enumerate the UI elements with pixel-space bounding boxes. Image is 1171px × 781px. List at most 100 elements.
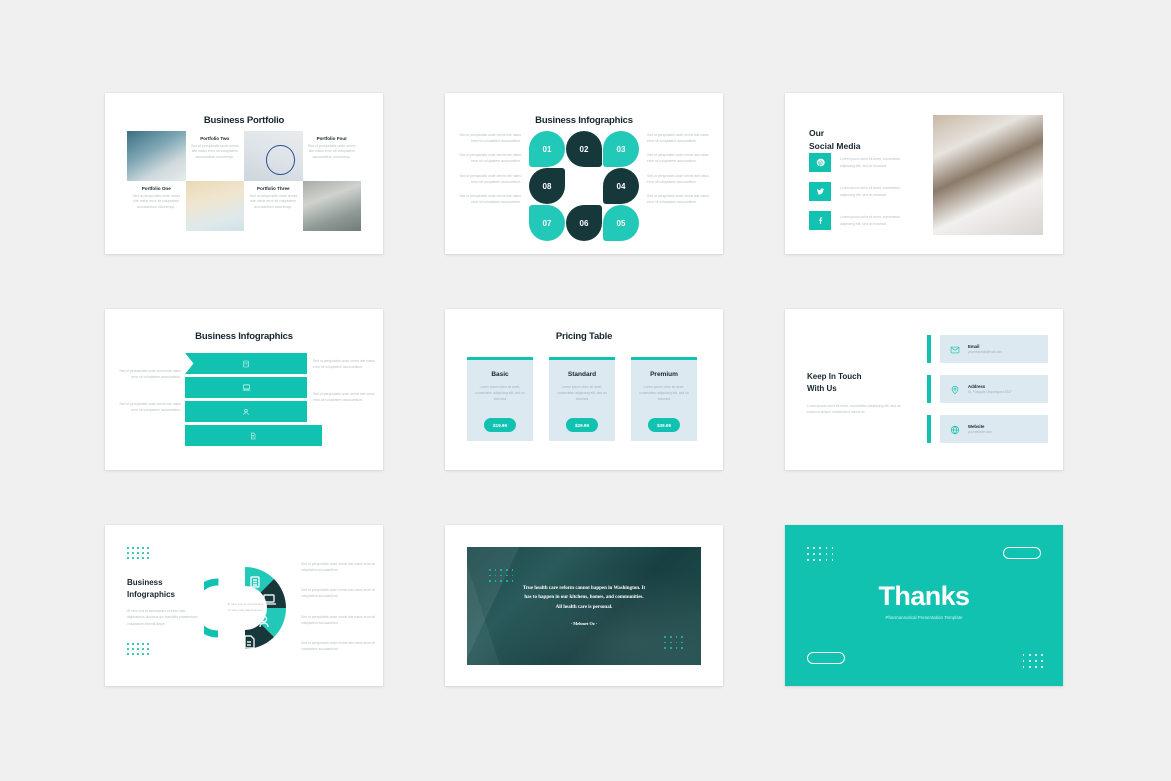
pinterest-icon[interactable] (809, 153, 831, 172)
petal-08[interactable]: 08 (529, 168, 565, 204)
slide-quote[interactable]: True health care reform cannot happen in… (445, 525, 723, 686)
ribbon-2[interactable] (185, 377, 307, 402)
social-row-twitter[interactable]: Lorem ipsum dolor sit amet, consectetur … (809, 182, 912, 201)
plan-name: Basic (491, 371, 509, 378)
donut-center-text: At vero eos et accusamus et iusto odio d… (227, 602, 263, 612)
envelope-icon (950, 345, 960, 355)
page-title: Our Social Media (809, 127, 861, 153)
slide-pricing-table[interactable]: Pricing Table Basic Lorem ipsum dolor si… (445, 309, 723, 470)
portfolio-item-body: Sed ut perspiciatis unde omnis iste natu… (132, 193, 181, 210)
person-icon (242, 408, 250, 416)
lorem-text: Sed ut perspiciatis unde omnis iste natu… (647, 133, 709, 143)
petal-03[interactable]: 03 (603, 131, 639, 167)
ribbon-4[interactable] (185, 425, 322, 446)
slide-thanks[interactable]: Thanks Pharmaceutical Presentation Templ… (785, 525, 1063, 686)
contact-row-email[interactable]: Email yourbestmail@mail.com (927, 335, 1048, 363)
plan-price-button[interactable]: $39.99 (647, 418, 681, 432)
doctor-photo (302, 181, 361, 231)
petal-number: 03 (616, 144, 626, 154)
ribbon-1[interactable] (185, 353, 307, 378)
card-accent-bar (467, 357, 533, 360)
decorative-pill-bottom-left (807, 652, 845, 664)
plan-name: Premium (650, 371, 678, 378)
social-links-list: Lorem ipsum dolor sit amet, consectetur … (809, 153, 912, 240)
slide-keep-in-touch[interactable]: Keep In Touch With Us Lorem ipsum dolor … (785, 309, 1063, 470)
petal-07[interactable]: 07 (529, 205, 565, 241)
petal-number: 01 (542, 144, 552, 154)
decorative-dots-bottom (127, 643, 149, 655)
accent-tick (927, 375, 931, 403)
petal-number: 08 (542, 181, 552, 191)
decorative-dots-bottom-right (1022, 653, 1043, 668)
plan-price-button[interactable]: $29.99 (565, 418, 599, 432)
contact-heading-block: Keep In Touch With Us Lorem ipsum dolor … (807, 371, 905, 415)
quote-author: - Mehmet Oz - (570, 620, 598, 626)
petal-left-texts: Sed ut perspiciatis unde omnis iste natu… (455, 133, 521, 215)
decorative-dots-bottom (664, 635, 683, 649)
lorem-text: Sed ut perspiciatis unde omnis iste natu… (119, 369, 181, 379)
petal-number: 05 (616, 218, 626, 228)
petal-number: 04 (616, 181, 626, 191)
portfolio-item-body: Sed ut perspiciatis unde omnis iste natu… (249, 193, 298, 210)
quote-line-2: has to happen in our kitchens, homes, an… (524, 595, 644, 601)
slide-business-infographics-petals[interactable]: Business Infographics Sed ut perspiciati… (445, 93, 723, 254)
lorem-text: Sed ut perspiciatis unde omnis iste natu… (119, 401, 181, 412)
facebook-icon[interactable] (809, 211, 831, 230)
title-line-1: Keep In Touch (807, 372, 862, 381)
social-row-pinterest[interactable]: Lorem ipsum dolor sit amet, consectetur … (809, 153, 912, 172)
donut-center-label: At vero eos et accusamus et iusto odio d… (223, 586, 267, 630)
clipboard-icon (242, 360, 250, 368)
pricing-card-basic[interactable]: Basic Lorem ipsum dolor sit amet, consec… (467, 357, 533, 441)
contact-value: St. Postgate Obyonagoro 4237 (968, 390, 1012, 395)
petal-04[interactable]: 04 (603, 168, 639, 204)
donut-body-text: At vero eos et accusamus et iusto odio d… (127, 609, 198, 626)
contact-row-website[interactable]: Website yourwebsite.com (927, 415, 1048, 443)
petal-number: 07 (542, 218, 552, 228)
page-title: Thanks (878, 581, 971, 611)
petal-diagram: 01 02 03 08 04 07 06 05 (529, 131, 639, 241)
pricing-card-premium[interactable]: Premium Lorem ipsum dolor sit amet, cons… (631, 357, 697, 441)
slide-business-infographics-donut[interactable]: Business Infographics At vero eos et acc… (105, 525, 383, 686)
lorem-text: Sed ut perspiciatis unde omnis iste natu… (647, 153, 709, 164)
plan-name: Standard (567, 371, 597, 378)
card-accent-bar (631, 357, 697, 360)
pricing-card-standard[interactable]: Standard Lorem ipsum dolor sit amet, con… (549, 357, 615, 441)
social-row-text: Lorem ipsum dolor sit amet, consectetur … (840, 186, 901, 197)
plan-price-button[interactable]: $19.99 (483, 418, 517, 432)
decorative-dots-top (127, 547, 149, 559)
social-row-text: Lorem ipsum dolor sit amet, consectetur … (840, 157, 901, 168)
petal-right-texts: Sed ut perspiciatis unde omnis iste natu… (647, 133, 713, 215)
globe-icon (950, 425, 960, 435)
quote-line-3: All health care is personal. (555, 604, 613, 610)
lorem-text: Sed ut perspiciatis unde omnis iste natu… (459, 194, 521, 205)
lorem-text: Sed ut perspiciatis unde omnis iste natu… (313, 391, 375, 402)
slide-business-infographics-ribbons[interactable]: Business Infographics Sed ut perspiciati… (105, 309, 383, 470)
petal-05[interactable]: 05 (603, 205, 639, 241)
ribbon-3[interactable] (185, 401, 307, 426)
portfolio-item-body: Sed ut perspiciatis unde omnis iste natu… (190, 143, 239, 160)
contact-label: Email (968, 343, 980, 349)
slide-social-media[interactable]: Our Social Media Lorem ipsum dolor sit a… (785, 93, 1063, 254)
page-title: Business Infographics (127, 577, 203, 601)
pricing-cards: Basic Lorem ipsum dolor sit amet, consec… (467, 357, 697, 441)
dental-chair-photo (933, 115, 1043, 235)
petal-06[interactable]: 06 (566, 205, 602, 241)
twitter-icon[interactable] (809, 182, 831, 201)
lorem-text: Sed ut perspiciatis unde omnis iste natu… (301, 562, 376, 573)
slide-business-portfolio[interactable]: Business Portfolio Portfolio Two Sed ut … (105, 93, 383, 254)
donut-chart: At vero eos et accusamus et iusto odio d… (204, 553, 286, 663)
contact-label: Website (968, 423, 985, 429)
page-title: Pricing Table (555, 331, 613, 342)
social-row-facebook[interactable]: Lorem ipsum dolor sit amet, consectetur … (809, 211, 912, 230)
portfolio-item-one: Portfolio One Sed ut perspiciatis unde o… (127, 181, 186, 231)
contact-body-text: Lorem ipsum dolor sit amet, consectetur … (807, 403, 901, 415)
contact-label: Address (968, 383, 986, 389)
slide-deck-board: Business Portfolio Portfolio Two Sed ut … (0, 0, 1171, 781)
petal-01[interactable]: 01 (529, 131, 565, 167)
contact-row-address[interactable]: Address St. Postgate Obyonagoro 4237 (927, 375, 1048, 403)
petal-02[interactable]: 02 (566, 131, 602, 167)
donut-right-texts: Sed ut perspiciatis unde omnis iste natu… (301, 561, 377, 666)
portfolio-item-body: Sed ut perspiciatis unde omnis iste natu… (307, 143, 356, 160)
decorative-pill-top-right (1003, 547, 1041, 559)
contact-rows: Email yourbestmail@mail.com Address St. … (927, 335, 1048, 455)
